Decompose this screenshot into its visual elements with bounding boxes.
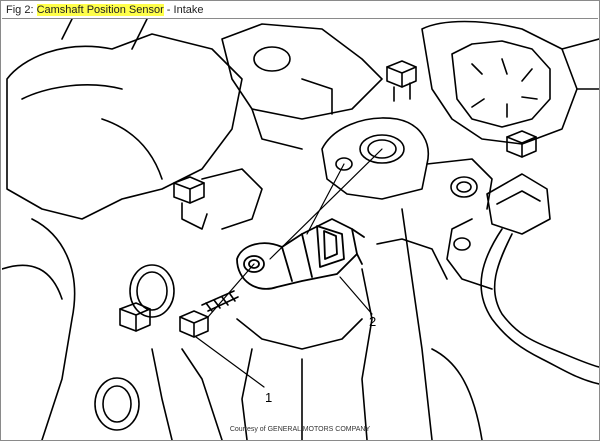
bolt-top <box>386 60 417 102</box>
gear-housing <box>421 20 599 145</box>
bolt-left <box>173 168 263 230</box>
sensor-bolt <box>179 290 239 338</box>
callout-1-label: 1 <box>265 390 272 405</box>
sensor-mount-boss <box>321 117 493 210</box>
figure-caption: Fig 2: Camshaft Position Sensor - Intake <box>2 2 598 19</box>
lower-port <box>94 377 140 431</box>
figure-title-highlight: Camshaft Position Sensor <box>36 4 164 16</box>
callout-2-label: 2 <box>369 314 376 329</box>
upper-bracket <box>221 23 383 150</box>
title-separator: - <box>163 4 174 16</box>
wiring-connector <box>446 173 599 385</box>
bolt-right <box>506 130 537 158</box>
figure-subtitle: Intake <box>173 4 204 16</box>
o-ring <box>129 264 175 318</box>
credit-line: Courtesy of GENERAL MOTORS COMPANY <box>229 426 371 433</box>
engine-line-drawing: 1 2 <box>2 19 599 440</box>
figure-frame: Fig 2: Camshaft Position Sensor - Intake <box>0 0 600 441</box>
figure-prefix: Fig 2: <box>6 4 34 16</box>
cylinder-head-outline <box>2 19 243 440</box>
